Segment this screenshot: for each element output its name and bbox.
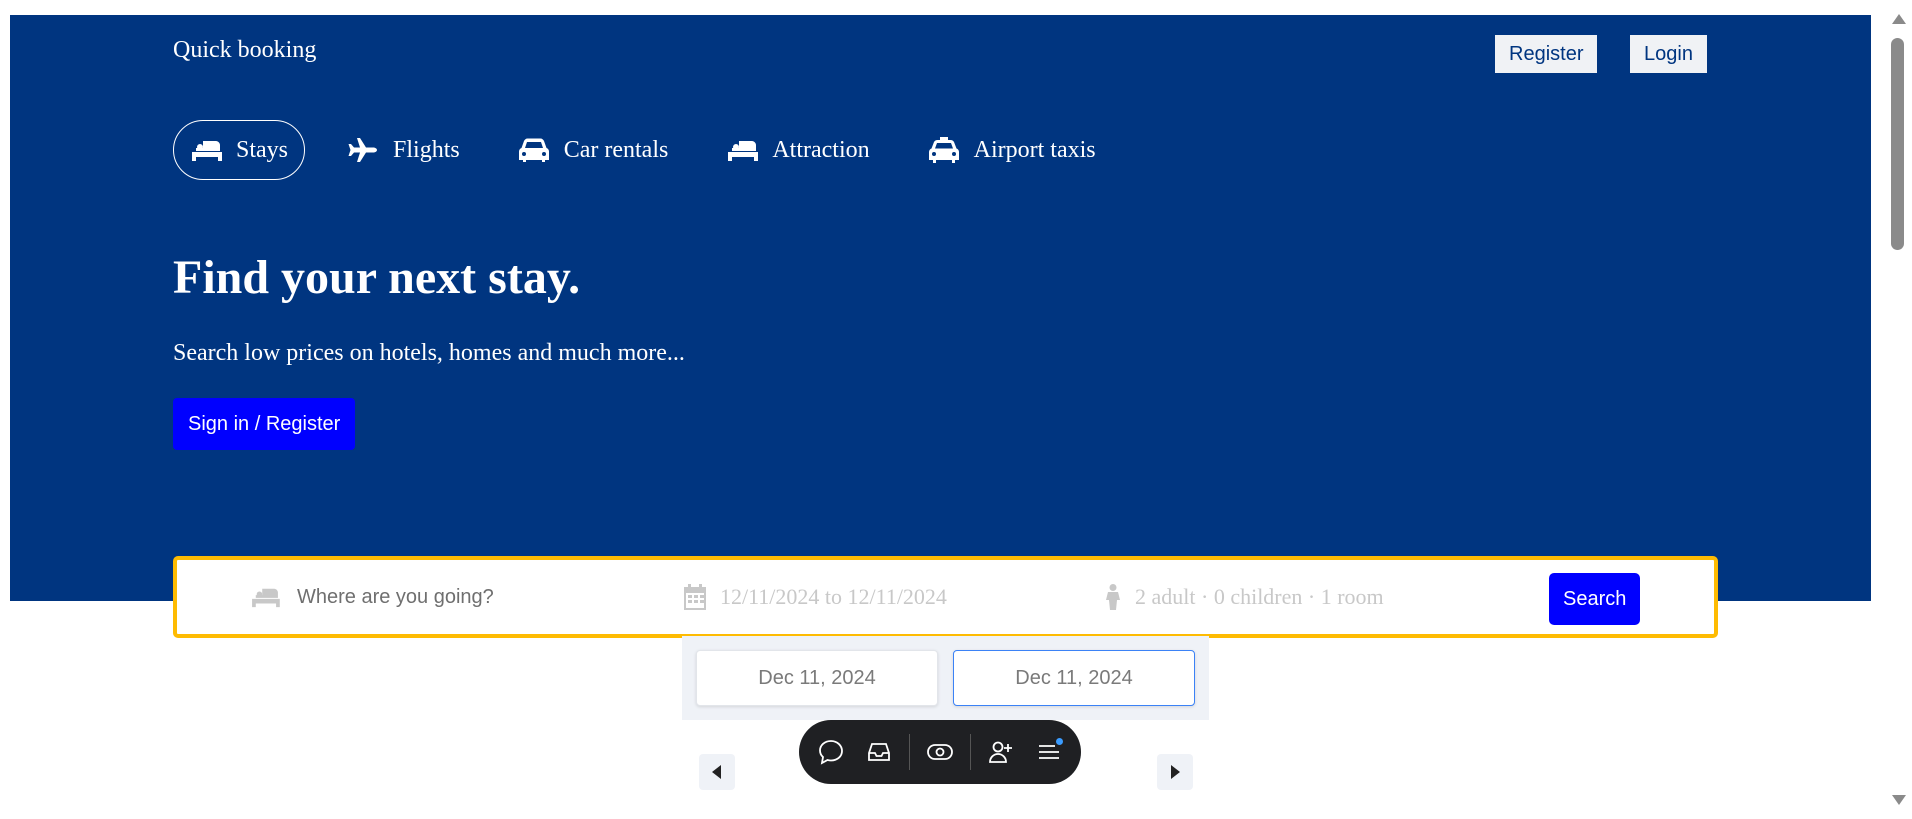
bed-icon <box>728 141 759 161</box>
floating-toolbar <box>799 720 1081 784</box>
guests-text: 2 adult · 0 children · 1 room <box>1135 584 1384 609</box>
search-button[interactable]: Search <box>1549 573 1641 625</box>
chat-bubble-icon <box>819 740 843 765</box>
caret-left-icon <box>712 765 721 779</box>
nav-item-stays[interactable]: Stays <box>173 120 306 180</box>
brand-logo[interactable]: Quick booking <box>173 37 316 64</box>
end-date-input[interactable]: Dec 11, 2024 <box>953 650 1195 706</box>
scroll-up-arrow[interactable] <box>1892 14 1906 24</box>
date-range-text: 12/11/2024 to 12/11/2024 <box>720 584 947 609</box>
caret-right-icon <box>1171 765 1180 779</box>
menu-button[interactable] <box>1025 728 1073 776</box>
toolbar-divider <box>970 734 971 770</box>
page-title: Find your next stay. <box>173 251 581 304</box>
inbox-button[interactable] <box>855 728 903 776</box>
bed-icon <box>192 141 222 161</box>
login-button[interactable]: Login <box>1630 35 1707 73</box>
nav-item-attraction[interactable]: Attraction <box>710 121 885 179</box>
category-nav: Stays Flights Car rentals Attraction Air… <box>173 120 1138 180</box>
scrollbar-thumb[interactable] <box>1891 38 1904 250</box>
calendar-icon <box>684 584 706 610</box>
destination-input[interactable] <box>295 584 659 610</box>
nav-item-car-rentals[interactable]: Car rentals <box>502 121 685 179</box>
toggle-button[interactable] <box>916 728 964 776</box>
date-picker: Dec 11, 2024 Dec 11, 2024 <box>682 636 1209 720</box>
nav-item-flights[interactable]: Flights <box>331 121 476 179</box>
guests-field[interactable]: 2 adult · 0 children · 1 room <box>1105 560 1384 634</box>
register-button[interactable]: Register <box>1495 35 1598 73</box>
destination-field[interactable] <box>249 560 659 634</box>
signin-register-button[interactable]: Sign in / Register <box>173 398 356 450</box>
search-bar: 12/11/2024 to 12/11/2024 2 adult · 0 chi… <box>173 556 1718 638</box>
nav-item-label: Airport taxis <box>973 136 1096 163</box>
date-range-field[interactable]: 12/11/2024 to 12/11/2024 <box>684 560 947 634</box>
scroll-down-arrow[interactable] <box>1892 795 1906 805</box>
nav-item-label: Car rentals <box>563 136 669 163</box>
comment-button[interactable] <box>807 728 855 776</box>
bed-icon <box>252 588 280 608</box>
window-top-edge <box>0 0 1912 15</box>
scrollbar[interactable] <box>1883 0 1912 819</box>
plane-icon <box>348 138 378 162</box>
person-icon <box>1106 584 1120 610</box>
next-month-button[interactable] <box>1157 754 1193 790</box>
notification-dot <box>1056 738 1063 745</box>
add-user-icon <box>989 741 1012 763</box>
nav-item-label: Flights <box>393 136 460 163</box>
start-date-input[interactable]: Dec 11, 2024 <box>696 650 938 706</box>
prev-month-button[interactable] <box>699 754 735 790</box>
nav-item-label: Stays <box>236 136 289 163</box>
car-icon <box>518 138 549 162</box>
add-user-button[interactable] <box>977 728 1025 776</box>
toggle-icon <box>927 744 953 760</box>
taxi-icon <box>928 137 959 163</box>
toolbar-divider <box>909 734 910 770</box>
nav-item-airport-taxis[interactable]: Airport taxis <box>912 121 1112 179</box>
inbox-icon <box>868 743 890 761</box>
hero-section: Quick booking Register Login Stays Fligh… <box>10 15 1871 601</box>
hero-subtitle: Search low prices on hotels, homes and m… <box>173 340 685 366</box>
nav-item-label: Attraction <box>772 136 870 163</box>
